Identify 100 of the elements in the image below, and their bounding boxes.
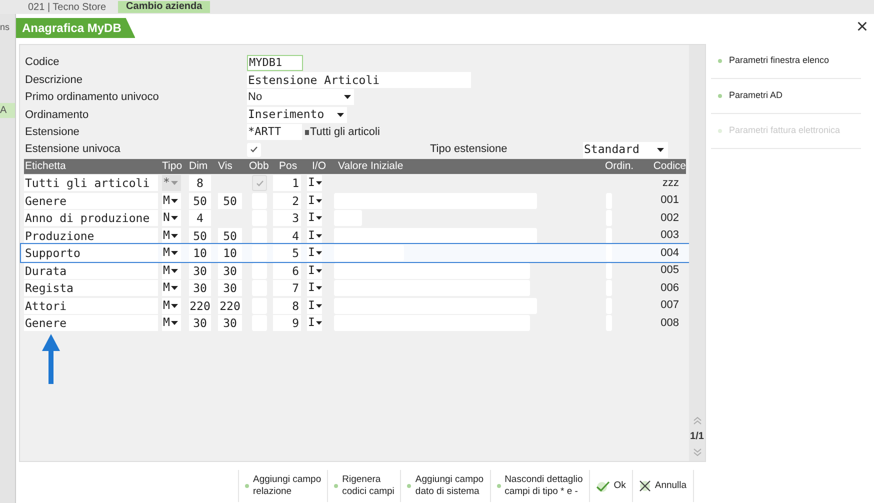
visible-size-input-field[interactable]: 10 — [218, 245, 242, 262]
size-input-field[interactable]: 4 — [189, 210, 211, 226]
type-dropdown[interactable]: M — [162, 192, 181, 209]
size-input-field[interactable]: 30 — [189, 315, 211, 332]
type-dropdown[interactable]: M — [162, 245, 181, 262]
sidebar-link[interactable]: Parametri finestra elenco — [711, 44, 861, 79]
extension-input-field[interactable]: *ARTT — [247, 124, 302, 140]
dot-icon — [407, 484, 412, 488]
description-input-field[interactable]: Estensione Articoli — [247, 72, 471, 88]
initial-value-input-field[interactable] — [334, 262, 530, 279]
dropdown[interactable]: Inserimento — [247, 106, 347, 123]
type-dropdown[interactable]: N — [162, 210, 181, 226]
caret-icon — [170, 286, 178, 290]
position-input-field[interactable]: 9 — [273, 315, 301, 332]
sidebar-link[interactable]: Parametri AD — [711, 79, 861, 114]
selected-row[interactable]: Supporto M 10 10 5 I 004 — [21, 244, 689, 262]
label-input-field[interactable]: Attori — [24, 298, 158, 314]
type-dropdown[interactable]: M — [162, 262, 181, 279]
visible-size-input-field[interactable]: 50 — [218, 192, 242, 209]
size-input-field[interactable]: 10 — [189, 245, 211, 262]
position-input-field[interactable]: 2 — [273, 192, 301, 209]
check-icon — [250, 146, 258, 154]
code-text: 001 — [660, 193, 679, 208]
size-input-field[interactable]: 30 — [189, 280, 211, 296]
switch-company-button[interactable]: Cambio azienda — [118, 1, 210, 13]
size-input-field[interactable]: 50 — [189, 228, 211, 244]
code-text: 005 — [660, 263, 679, 278]
io-dropdown[interactable]: I — [307, 262, 322, 279]
column-header: Vis — [218, 158, 234, 174]
position-input-field[interactable]: 3 — [273, 210, 301, 226]
io-dropdown[interactable]: I — [307, 228, 322, 244]
size-input-field[interactable]: 30 — [189, 262, 211, 279]
dropdown[interactable]: No — [247, 89, 354, 106]
type-dropdown[interactable]: M — [162, 298, 181, 314]
caret-icon — [316, 251, 322, 256]
dot-icon — [245, 484, 249, 488]
position-input-field[interactable]: 8 — [273, 298, 301, 314]
checkbox[interactable] — [247, 142, 261, 157]
action-button[interactable]: Aggiungi campo relazione — [238, 470, 328, 502]
label-input-field[interactable]: Produzione — [24, 228, 158, 244]
caret-icon — [170, 321, 178, 326]
io-dropdown[interactable]: I — [307, 192, 322, 209]
visible-size-input-field[interactable]: 220 — [218, 298, 242, 314]
scroll-down-icon[interactable] — [692, 448, 702, 457]
visible-size-input-field[interactable]: 30 — [218, 315, 242, 332]
column-header: I/O — [312, 158, 328, 174]
checkbox[interactable] — [252, 245, 267, 262]
dropdown[interactable]: Standard — [583, 142, 668, 158]
label-input-field[interactable]: Durata — [24, 262, 158, 279]
action-button[interactable]: Aggiungi campo dato di sistema — [400, 470, 490, 502]
initial-value-input-field[interactable] — [334, 228, 537, 244]
action-button[interactable]: Rigenera codici campi — [327, 470, 400, 502]
cancel-button[interactable]: Annulla — [632, 470, 694, 502]
type-dropdown[interactable]: M — [162, 315, 181, 332]
label-input-field[interactable]: Genere — [24, 315, 158, 332]
checkbox[interactable] — [252, 228, 267, 244]
size-input-field[interactable]: 50 — [189, 192, 211, 209]
visible-size-input-field[interactable]: 30 — [218, 262, 242, 279]
scroll-up-icon[interactable] — [692, 416, 702, 425]
io-dropdown[interactable]: I — [307, 280, 322, 296]
label-input-field[interactable]: Genere — [24, 192, 158, 209]
io-dropdown[interactable]: I — [307, 315, 322, 332]
type-dropdown[interactable]: M — [162, 280, 181, 296]
ok-button[interactable]: Ok — [588, 470, 632, 502]
column-header: Codice — [652, 158, 686, 174]
io-dropdown[interactable]: I — [307, 210, 322, 226]
action-button[interactable]: Nascondi dettaglio campi di tipo * e - — [490, 470, 589, 502]
visible-size-input-field[interactable]: 50 — [218, 228, 242, 244]
order-input-field[interactable] — [606, 228, 612, 244]
arrow-annotation — [42, 334, 60, 384]
code-input-field[interactable]: MYDB1 — [247, 54, 303, 71]
checkbox[interactable] — [252, 192, 267, 209]
order-input-field[interactable] — [606, 245, 612, 262]
caret-icon — [316, 268, 322, 273]
checkbox[interactable] — [252, 262, 267, 279]
caret-icon — [657, 148, 664, 152]
order-input-field[interactable] — [606, 262, 612, 279]
close-button[interactable]: × — [856, 17, 868, 37]
column-header: Tipo — [162, 158, 184, 174]
field-label: Codice — [24, 55, 60, 70]
size-input-field[interactable]: 220 — [189, 298, 211, 314]
io-dropdown[interactable]: I — [307, 245, 322, 262]
column-header: Ordin. — [605, 158, 635, 174]
code-text: zzz — [662, 176, 679, 191]
label-input-field[interactable]: Regista — [24, 280, 158, 296]
position-input-field[interactable]: 5 — [273, 245, 301, 262]
position-input-field[interactable]: 7 — [273, 280, 301, 296]
caret-icon — [316, 286, 322, 290]
caret-icon — [170, 216, 178, 220]
io-dropdown[interactable]: I — [307, 298, 322, 314]
initial-value-input-field[interactable] — [334, 245, 404, 262]
position-input-field[interactable]: 6 — [273, 262, 301, 279]
visible-size-input-field[interactable]: 30 — [218, 280, 242, 296]
label-input-field[interactable]: Anno di produzione — [24, 210, 158, 226]
type-dropdown[interactable]: M — [162, 228, 181, 244]
caret-icon — [170, 198, 178, 203]
position-input-field[interactable]: 4 — [273, 228, 301, 244]
dot-icon — [334, 484, 338, 488]
code-text: 004 — [660, 246, 679, 261]
label-input-field[interactable]: Supporto — [24, 245, 158, 262]
